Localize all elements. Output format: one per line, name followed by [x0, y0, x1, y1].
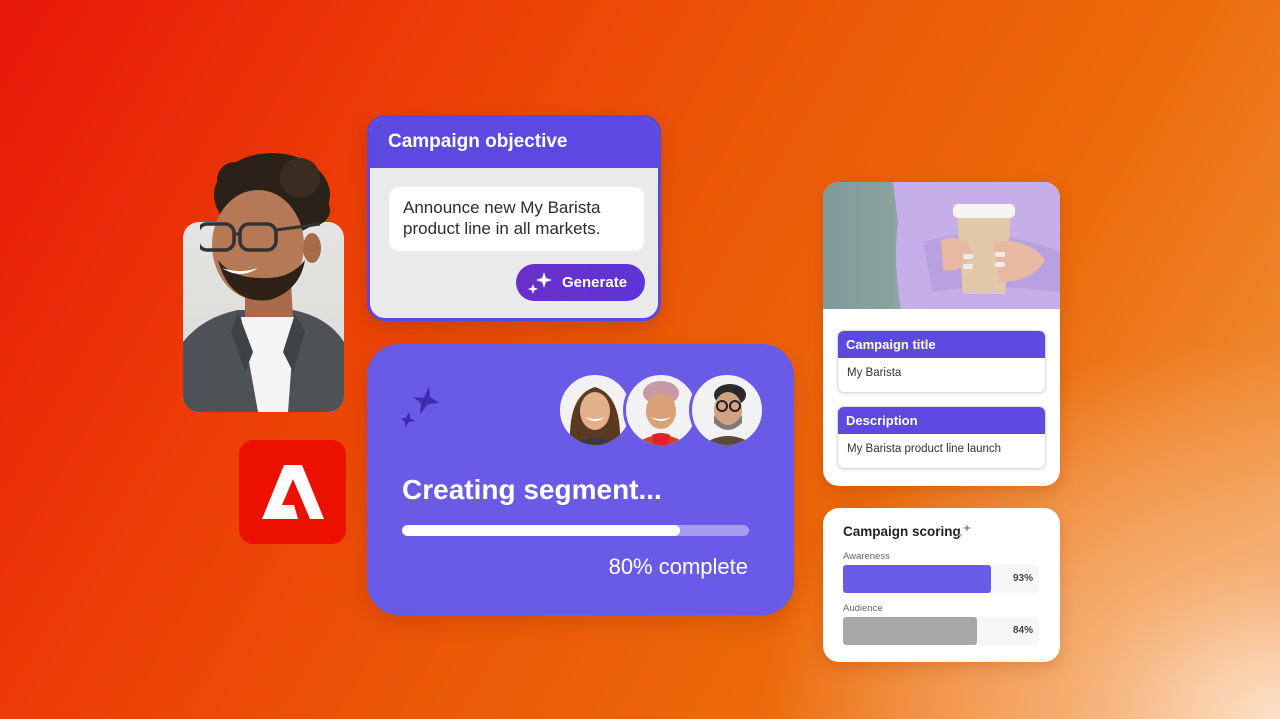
segment-progress-bar: [402, 525, 749, 536]
campaign-scoring-card: Campaign scoring Awareness 93% Audience …: [823, 508, 1060, 662]
campaign-title-field[interactable]: Campaign title My Barista: [837, 330, 1046, 393]
campaign-title-label: Campaign title: [838, 331, 1045, 358]
segment-title: Creating segment...: [402, 474, 662, 505]
sparkle-icon: [957, 524, 971, 538]
sparkle-icon: [528, 271, 552, 294]
audience-score-value: 84%: [1012, 625, 1033, 636]
generate-label: Generate: [562, 274, 628, 291]
avatar: [623, 372, 699, 448]
awareness-score-value: 93%: [1012, 573, 1033, 584]
person-head-image: [200, 153, 330, 301]
description-value: My Barista product line launch: [847, 443, 1002, 455]
creating-segment-card: Creating segment... 80% complete: [367, 344, 794, 615]
campaign-objective-title: Campaign objective: [370, 118, 658, 168]
campaign-title-value: My Barista: [847, 367, 902, 379]
segment-progress-fill: [402, 525, 680, 536]
awareness-score-bar: 93%: [843, 565, 1039, 593]
coffee-cup-photo: [823, 182, 1060, 309]
avatar: [689, 372, 765, 448]
awareness-score-fill: [843, 565, 991, 593]
avatar: [557, 372, 633, 448]
campaign-detail-card: Campaign title My Barista Description My…: [823, 182, 1060, 486]
segment-progress-label: 80% complete: [608, 554, 748, 579]
audience-score-fill: [843, 617, 977, 645]
sparkle-icon: [401, 386, 439, 428]
generate-button[interactable]: Generate: [516, 264, 645, 301]
campaign-scoring-title: Campaign scoring: [843, 524, 961, 539]
audience-score-bar: 84%: [843, 617, 1039, 645]
description-field[interactable]: Description My Barista product line laun…: [837, 406, 1046, 469]
campaign-objective-card: Campaign objective Announce new My Baris…: [367, 115, 661, 321]
metric-label: Audience: [843, 603, 883, 614]
metric-label: Awareness: [843, 551, 890, 562]
description-label: Description: [838, 407, 1045, 434]
adobe-a-icon: [261, 465, 324, 519]
objective-input[interactable]: Announce new My Barista product line in …: [389, 187, 644, 251]
adobe-logo: [239, 440, 346, 544]
